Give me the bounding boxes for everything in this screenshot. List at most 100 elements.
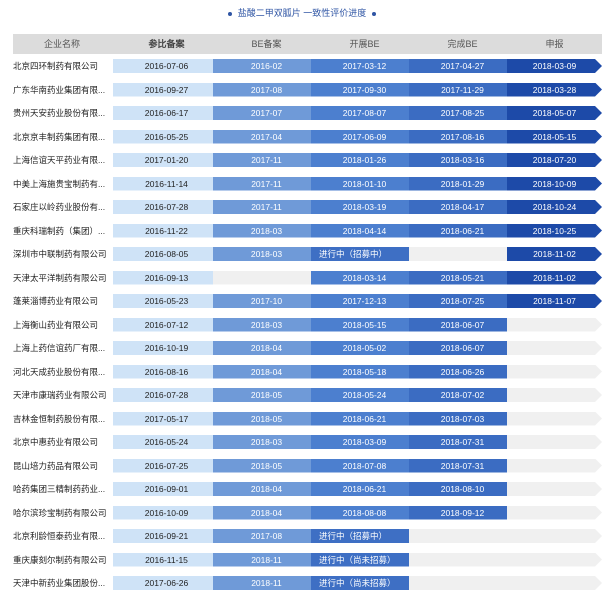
stage-cell-reference-filing: 2017-06-26 (113, 576, 220, 590)
col-be-complete: 完成BE (447, 39, 478, 49)
table-row: 上海信谊天平药业有限... 2017-01-20 2017-11 2018-01-26… (13, 148, 602, 172)
stage-cell-submission (507, 506, 602, 520)
stage-cell-submission: 2018-03-28 (507, 83, 602, 97)
stage-cell-be-filing: 2018-03 (213, 247, 320, 261)
stage-cell-reference-filing: 2016-09-21 (113, 529, 220, 543)
company-name: 天津市康瑞药业有限公司 (13, 390, 107, 400)
stage-cell-be-start: 进行中（招募中） (311, 247, 418, 261)
stage-cell-be-start: 2018-01-10 (311, 177, 418, 191)
table-row: 河北天成药业股份有限... 2016-08-16 2018-04 2018-05-18… (13, 360, 602, 384)
table-row: 北京中惠药业有限公司 2016-05-24 2018-03 2018-03-09 201… (13, 430, 602, 454)
table-row: 上海衡山药业有限公司 2016-07-12 2018-03 2018-05-15 201… (13, 313, 602, 337)
stage-cell-be-complete: 2018-06-07 (409, 341, 516, 355)
stage-cell-be-complete: 2018-05-21 (409, 271, 516, 285)
company-name: 哈药集团三精制药药业... (13, 484, 106, 494)
table-row: 贵州天安药业股份有限... 2016-06-17 2017-07 2017-08-07… (13, 101, 602, 125)
stage-cell-be-filing: 2018-04 (213, 365, 320, 379)
company-name: 吉林金恒制药股份有限... (13, 413, 106, 424)
stage-cell-submission (507, 365, 602, 379)
stage-cell-be-filing: 2018-03 (213, 318, 320, 332)
stage-cell-be-filing: 2017-11 (213, 200, 320, 214)
stage-cell-reference-filing: 2016-05-25 (113, 130, 220, 144)
col-reference-filing: 参比备案 (148, 39, 185, 49)
stage-cell-be-filing (213, 271, 320, 285)
stage-cell-reference-filing: 2016-09-01 (113, 482, 220, 496)
stage-cell-be-start: 2017-06-09 (311, 130, 418, 144)
progress-table: 企业名称 参比备案 BE备案 开展BE 完成BE 申报 北京四环制药有限公司 20… (13, 34, 602, 595)
stage-cell-submission (507, 341, 602, 355)
stage-cell-submission (507, 576, 602, 590)
stage-cell-be-start: 2017-12-13 (311, 294, 418, 308)
company-name: 哈尔滨珍宝制药有限公司 (13, 507, 107, 518)
stage-cell-submission: 2018-11-02 (507, 247, 602, 261)
stage-cell-reference-filing: 2016-07-12 (113, 318, 220, 332)
company-name: 天津中新药业集团股份... (13, 578, 106, 588)
table-row: 蓬莱淄博药业有限公司 2016-05-23 2017-10 2017-12-13 201… (13, 289, 602, 313)
table-row: 石家庄以岭药业股份有... 2016-07-28 2017-11 2018-03-19… (13, 195, 602, 219)
stage-cell-be-filing: 2018-11 (213, 576, 320, 590)
stage-cell-submission (507, 388, 602, 402)
stage-cell-be-complete: 2017-11-29 (409, 83, 516, 97)
stage-cell-be-start: 2018-06-21 (311, 482, 418, 496)
stage-cell-be-complete: 2018-03-16 (409, 153, 516, 167)
stage-cell-be-complete: 2018-06-21 (409, 224, 516, 238)
company-name: 深圳市中联制药有限公司 (13, 249, 107, 259)
stage-cell-submission: 2018-10-09 (507, 177, 602, 191)
stage-cell-submission (507, 553, 602, 567)
table-body: 北京四环制药有限公司 2016-07-06 2016-02 2017-03-12 201… (13, 54, 602, 595)
table-header: 企业名称 参比备案 BE备案 开展BE 完成BE 申报 (13, 34, 602, 54)
page-title: 盐酸二甲双胍片 一致性评价进度 (0, 6, 604, 20)
table-row: 上海上药信谊药厂有限... 2016-10-19 2018-04 2018-05-02… (13, 336, 602, 360)
stage-cell-reference-filing: 2017-01-20 (113, 153, 220, 167)
stage-cell-submission: 2018-05-07 (507, 106, 602, 120)
stage-cell-be-start: 2018-08-08 (311, 506, 418, 520)
stage-cell-be-start: 2018-05-24 (311, 388, 418, 402)
stage-cell-reference-filing: 2016-07-06 (113, 59, 220, 73)
col-submission: 申报 (545, 39, 564, 49)
stage-cell-be-filing: 2018-05 (213, 388, 320, 402)
table-row: 昆山培力药品有限公司 2016-07-25 2018-05 2018-07-08 201… (13, 454, 602, 478)
stage-cell-reference-filing: 2016-11-22 (113, 224, 220, 238)
table-row: 北京四环制药有限公司 2016-07-06 2016-02 2017-03-12 201… (13, 54, 602, 78)
stage-cell-be-start: 2018-05-15 (311, 318, 418, 332)
stage-cell-be-filing: 2018-04 (213, 341, 320, 355)
company-name: 北京利龄恒泰药业有限... (13, 531, 106, 541)
stage-cell-be-start: 进行中（招募中） (311, 529, 418, 543)
table-row: 天津市康瑞药业有限公司 2016-07-28 2018-05 2018-05-24 20… (13, 383, 602, 407)
stage-cell-reference-filing: 2016-07-25 (113, 459, 220, 473)
stage-cell-reference-filing: 2016-05-23 (113, 294, 220, 308)
stage-cell-be-filing: 2018-03 (213, 224, 320, 238)
stage-cell-be-complete: 2018-07-03 (409, 412, 516, 426)
stage-cell-be-start: 2018-06-21 (311, 412, 418, 426)
table-row: 天津太平洋制药有限公司 2016-09-13 2018-03-14 2018-05-2… (13, 266, 602, 290)
bullet-right-icon (372, 11, 377, 16)
table-row: 吉林金恒制药股份有限... 2017-05-17 2018-05 2018-06-21… (13, 407, 602, 431)
stage-cell-be-start: 2018-03-19 (311, 200, 418, 214)
stage-cell-be-complete (409, 553, 516, 567)
table-row: 哈尔滨珍宝制药有限公司 2016-10-09 2018-04 2018-08-08 20… (13, 501, 602, 525)
stage-cell-be-complete: 2017-08-16 (409, 130, 516, 144)
table-row: 重庆科瑞制药（集团）... 2016-11-22 2018-03 2018-04-14… (13, 219, 602, 243)
stage-cell-be-filing: 2017-11 (213, 177, 320, 191)
company-name: 北京四环制药有限公司 (13, 61, 99, 71)
table-row: 哈药集团三精制药药业... 2016-09-01 2018-04 2018-06-21… (13, 477, 602, 501)
stage-cell-be-complete (409, 529, 516, 543)
company-name: 中美上海施贵宝制药有... (13, 178, 106, 189)
stage-cell-be-filing: 2018-05 (213, 412, 320, 426)
company-name: 河北天成药业股份有限... (13, 366, 106, 377)
stage-cell-submission (507, 459, 602, 473)
stage-cell-reference-filing: 2016-09-27 (113, 83, 220, 97)
stage-cell-be-start: 2017-08-07 (311, 106, 418, 120)
stage-cell-be-start: 2018-05-02 (311, 341, 418, 355)
stage-cell-be-filing: 2018-04 (213, 482, 320, 496)
stage-cell-be-complete: 2018-07-31 (409, 459, 516, 473)
stage-cell-be-complete: 2018-09-12 (409, 506, 516, 520)
company-name: 广东华南药业集团有限... (13, 84, 106, 95)
company-name: 重庆康刻尔制药有限公司 (13, 554, 107, 565)
stage-cell-be-filing: 2017-08 (213, 529, 320, 543)
stage-cell-reference-filing: 2016-11-15 (113, 553, 220, 567)
stage-cell-be-filing: 2018-03 (213, 435, 320, 449)
stage-cell-reference-filing: 2016-05-24 (113, 435, 220, 449)
table-row: 北京利龄恒泰药业有限... 2016-09-21 2017-08 进行中（招募中） (13, 524, 602, 548)
stage-cell-be-complete: 2018-01-29 (409, 177, 516, 191)
